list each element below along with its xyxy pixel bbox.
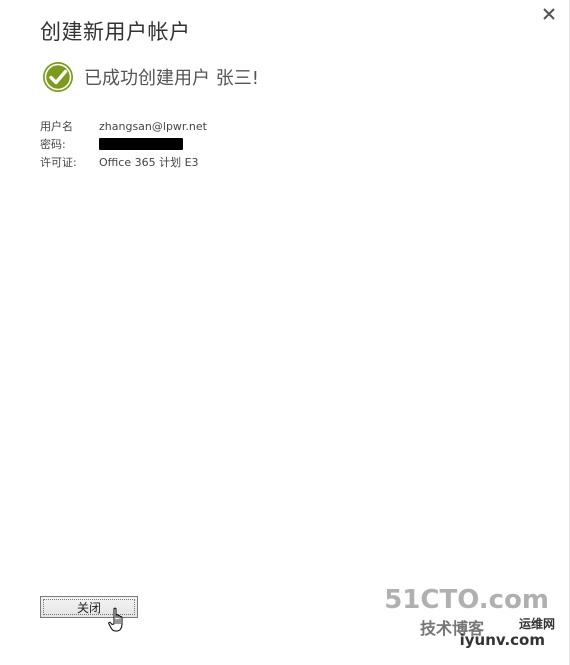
license-label: 许可证:: [40, 156, 77, 169]
create-user-dialog: 创建新用户帐户 已成功创建用户 张三! 用户名 zhangsan@lpwr.ne…: [0, 0, 570, 665]
user-details: 用户名 zhangsan@lpwr.net 密码: 许可证: Office 36…: [40, 117, 207, 171]
detail-row-password: 密码:: [40, 135, 207, 153]
password-redaction: [99, 138, 183, 150]
watermark-right: 运维网: [518, 617, 555, 631]
detail-row-license: 许可证: Office 365 计划 E3: [40, 153, 207, 171]
license-value: Office 365 计划 E3: [99, 156, 199, 169]
password-label: 密码:: [40, 138, 66, 151]
detail-row-username: 用户名 zhangsan@lpwr.net: [40, 117, 207, 135]
username-label: 用户名: [40, 120, 73, 133]
hand-cursor-icon: [108, 607, 123, 632]
watermark-main: 51CTO.com: [384, 585, 549, 615]
close-icon[interactable]: [541, 6, 557, 22]
success-row: 已成功创建用户 张三!: [42, 60, 259, 94]
checkmark-circle-icon: [43, 62, 73, 92]
watermark: 51CTO.com 技术博客 运维网 iyunv.com: [384, 585, 555, 657]
success-message: 已成功创建用户 张三!: [84, 68, 259, 89]
watermark-url: iyunv.com: [459, 631, 545, 649]
username-value: zhangsan@lpwr.net: [99, 119, 207, 133]
dialog-title: 创建新用户帐户: [40, 20, 191, 44]
